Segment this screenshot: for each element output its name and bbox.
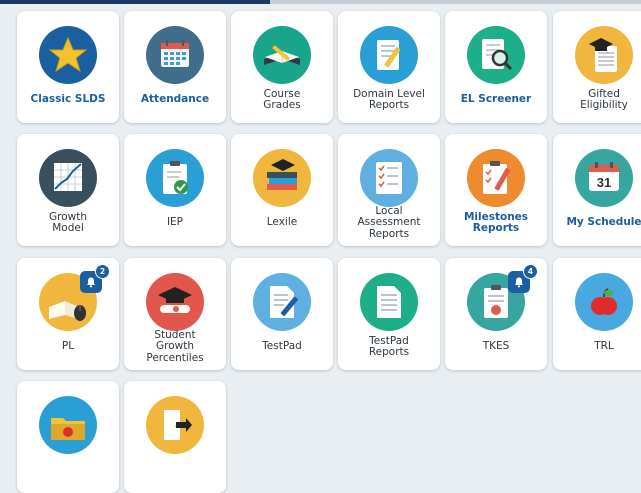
- app-label: Gifted Eligibility: [580, 87, 628, 111]
- app-tile-testpad[interactable]: TestPad: [231, 258, 333, 370]
- app-label: TRL: [594, 340, 614, 353]
- app-tile-domain-level-reports[interactable]: Domain Level Reports: [338, 11, 440, 123]
- app-label: Domain Level Reports: [353, 87, 425, 111]
- app-tile-lexile[interactable]: Lexile: [231, 134, 333, 246]
- app-label: IEP: [166, 216, 184, 229]
- app-label: Lexile: [266, 216, 298, 229]
- calendar-31-icon: 31: [575, 149, 633, 207]
- app-tile-attendance[interactable]: Attendance: [124, 11, 226, 123]
- app-tile-local-assessment-reports[interactable]: Local Assessment Reports: [338, 134, 440, 246]
- app-label: Attendance: [140, 93, 210, 106]
- app-label: TestPad Reports: [368, 334, 410, 358]
- app-tile-el-screener[interactable]: EL Screener: [445, 11, 547, 123]
- app-label: Classic SLDS: [30, 93, 106, 106]
- app-tile-iep[interactable]: IEP: [124, 134, 226, 246]
- calendar-day-number: 31: [597, 175, 611, 190]
- notification-badge[interactable]: 4: [508, 264, 538, 293]
- app-label: TestPad: [262, 340, 302, 353]
- folder-apple-icon: [39, 396, 97, 454]
- app-label: PL: [61, 340, 75, 353]
- app-tile-tkes[interactable]: TKES 4: [445, 258, 547, 370]
- app-tile-testpad-reports[interactable]: TestPad Reports: [338, 258, 440, 370]
- app-label: Local Assessment Reports: [357, 204, 421, 240]
- checklist-icon: [360, 149, 418, 207]
- report-pencil-icon: [360, 26, 418, 84]
- app-tile-growth-model[interactable]: Growth Model: [17, 134, 119, 246]
- app-label: Student Growth Percentiles: [146, 328, 204, 364]
- app-tile-gifted-eligibility[interactable]: Gifted Eligibility: [553, 11, 641, 123]
- notification-badge[interactable]: 2: [80, 264, 110, 293]
- app-tile-my-schedule[interactable]: 31 My Schedule: [553, 134, 641, 246]
- app-tile-trl[interactable]: TRL: [553, 258, 641, 370]
- app-tile-course-grades[interactable]: Course Grades: [231, 11, 333, 123]
- app-tile-classic-slds[interactable]: Classic SLDS: [17, 11, 119, 123]
- graduation-notebook-icon: [575, 26, 633, 84]
- calendar-icon: [146, 26, 204, 84]
- app-label: My Schedule: [566, 216, 641, 229]
- bell-icon: [87, 277, 95, 288]
- diploma-cap-icon: [146, 273, 204, 331]
- clipboard-pencil-icon: [467, 149, 525, 207]
- clipboard-check-icon: [146, 149, 204, 207]
- bell-icon: [515, 277, 523, 288]
- exit-door-icon: [146, 396, 204, 454]
- app-label: TKES: [482, 340, 510, 353]
- app-tile-student-growth-percentiles[interactable]: Student Growth Percentiles: [124, 258, 226, 370]
- book-pencil-icon: [253, 26, 311, 84]
- app-tile-pl[interactable]: PL 2: [17, 258, 119, 370]
- app-label: [126, 451, 224, 489]
- growth-chart-icon: [39, 149, 97, 207]
- notification-count: 4: [523, 264, 538, 279]
- star-icon: [39, 26, 97, 84]
- document-lines-icon: [360, 273, 418, 331]
- app-grid: Classic SLDS Attendance Course Grades Domai…: [0, 0, 641, 493]
- app-tile-exit-door[interactable]: [124, 381, 226, 493]
- app-label: Milestones Reports: [463, 210, 529, 234]
- app-label: Growth Model: [48, 210, 87, 234]
- app-label: Course Grades: [263, 87, 301, 111]
- app-tile-milestones-reports[interactable]: Milestones Reports: [445, 134, 547, 246]
- app-label: EL Screener: [460, 93, 532, 106]
- magnifier-document-icon: [467, 26, 525, 84]
- books-cap-icon: [253, 149, 311, 207]
- app-tile-folder-apple[interactable]: [17, 381, 119, 493]
- document-pencil-icon: [253, 273, 311, 331]
- apple-icon: [575, 273, 633, 331]
- notification-count: 2: [95, 264, 110, 279]
- app-label: [19, 451, 117, 489]
